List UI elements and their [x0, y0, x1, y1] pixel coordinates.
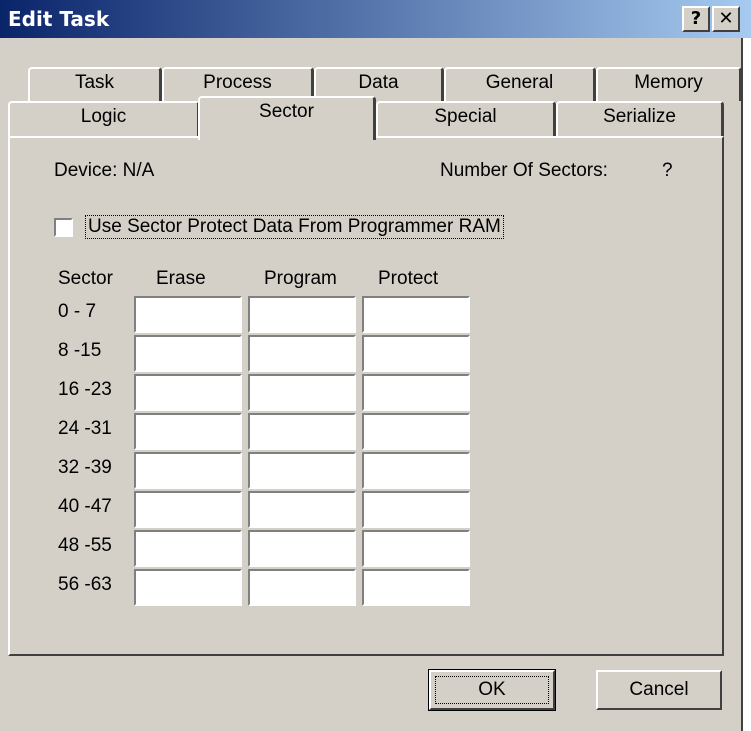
tab-task[interactable]: Task: [28, 67, 162, 101]
erase-field[interactable]: [134, 452, 242, 489]
num-sectors-value: ?: [662, 160, 673, 181]
tab-task-label: Task: [74, 72, 115, 93]
sector-range: 32 -39: [58, 457, 112, 478]
close-icon[interactable]: ✕: [712, 6, 740, 32]
sector-range: 48 -55: [58, 535, 112, 556]
program-field[interactable]: [248, 491, 356, 528]
tab-special-label: Special: [434, 106, 497, 127]
ok-button[interactable]: OK: [428, 669, 556, 711]
protect-field[interactable]: [362, 491, 470, 528]
tab-serialize-label: Serialize: [603, 106, 676, 127]
header-sector: Sector: [58, 268, 113, 289]
erase-field[interactable]: [134, 374, 242, 411]
use-protect-checkbox[interactable]: [54, 218, 73, 237]
program-field[interactable]: [248, 374, 356, 411]
tab-sector[interactable]: Sector: [198, 96, 376, 140]
protect-field[interactable]: [362, 569, 470, 606]
protect-field[interactable]: [362, 296, 470, 333]
window-edge: [741, 38, 751, 731]
erase-field[interactable]: [134, 530, 242, 567]
window-title: Edit Task: [8, 7, 110, 31]
program-field[interactable]: [248, 335, 356, 372]
tab-general-label: General: [485, 72, 554, 93]
tab-data-label: Data: [358, 72, 399, 93]
tab-serialize[interactable]: Serialize: [556, 101, 724, 138]
header-program: Program: [264, 268, 337, 289]
protect-field[interactable]: [362, 335, 470, 372]
tab-memory-label: Memory: [634, 72, 703, 93]
sector-range: 40 -47: [58, 496, 112, 517]
focus-rect: [435, 676, 549, 704]
title-bar: Edit Task ? ✕: [0, 0, 751, 38]
protect-field[interactable]: [362, 452, 470, 489]
tab-memory[interactable]: Memory: [596, 67, 742, 101]
sector-panel: Device: N/A Number Of Sectors: ? Use Sec…: [8, 136, 724, 656]
program-field[interactable]: [248, 530, 356, 567]
protect-field[interactable]: [362, 530, 470, 567]
program-field[interactable]: [248, 413, 356, 450]
cancel-button[interactable]: Cancel: [596, 670, 722, 710]
sector-range: 56 -63: [58, 574, 112, 595]
protect-field[interactable]: [362, 413, 470, 450]
num-sectors-label: Number Of Sectors:: [440, 160, 608, 181]
program-field[interactable]: [248, 569, 356, 606]
tab-logic-label: Logic: [80, 106, 127, 127]
protect-field[interactable]: [362, 374, 470, 411]
erase-field[interactable]: [134, 335, 242, 372]
help-button[interactable]: ?: [682, 6, 710, 32]
program-field[interactable]: [248, 452, 356, 489]
program-field[interactable]: [248, 296, 356, 333]
use-protect-label[interactable]: Use Sector Protect Data From Programmer …: [85, 215, 504, 239]
cancel-button-label: Cancel: [629, 679, 689, 700]
tab-process-label: Process: [203, 72, 272, 93]
erase-field[interactable]: [134, 413, 242, 450]
device-label: Device: N/A: [54, 160, 155, 181]
sector-range: 16 -23: [58, 379, 112, 400]
tab-general[interactable]: General: [444, 67, 596, 101]
erase-field[interactable]: [134, 296, 242, 333]
tab-sector-label: Sector: [259, 101, 314, 122]
sector-range: 8 -15: [58, 340, 102, 361]
tab-special[interactable]: Special: [376, 101, 556, 138]
header-protect: Protect: [378, 268, 439, 289]
sector-range: 24 -31: [58, 418, 112, 439]
erase-field[interactable]: [134, 569, 242, 606]
erase-field[interactable]: [134, 491, 242, 528]
tab-logic[interactable]: Logic: [8, 101, 200, 138]
header-erase: Erase: [156, 268, 206, 289]
sector-range: 0 - 7: [58, 301, 97, 322]
